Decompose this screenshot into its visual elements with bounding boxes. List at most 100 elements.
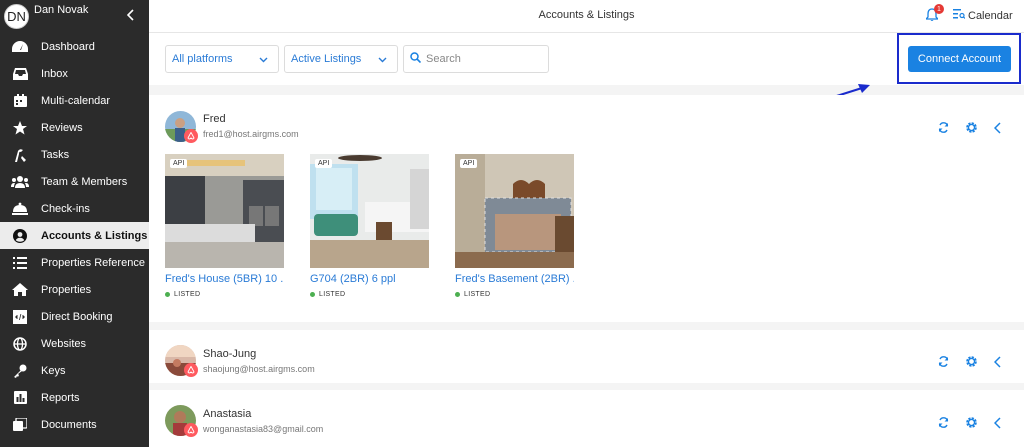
- account-email: fred1@host.airgms.com: [203, 129, 299, 139]
- gear-icon[interactable]: [965, 355, 978, 368]
- sidebar-item-direct-booking[interactable]: Direct Booking: [0, 303, 149, 330]
- connect-account-button[interactable]: Connect Account: [908, 46, 1011, 72]
- sync-icon[interactable]: [938, 122, 949, 133]
- sidebar-item-label: Multi-calendar: [41, 94, 111, 107]
- sidebar-item-multi-calendar[interactable]: Multi-calendar: [0, 87, 149, 114]
- gear-icon[interactable]: [965, 416, 978, 429]
- sidebar-item-label: Websites: [41, 337, 87, 350]
- sidebar-item-label: Dashboard: [41, 40, 95, 53]
- status-badge: LISTED: [165, 291, 284, 298]
- sidebar-item-accounts-listings[interactable]: Accounts & Listings: [0, 222, 149, 249]
- sidebar: DN Dan Novak Dashboard Inbox Multi-calen…: [0, 0, 149, 447]
- sync-icon[interactable]: [938, 356, 949, 367]
- sidebar-item-label: Reviews: [41, 121, 83, 134]
- listing-status-select-value: Active Listings: [291, 53, 362, 65]
- globe-icon: [11, 336, 29, 351]
- user-name: Dan Novak: [34, 4, 89, 16]
- status-badge: LISTED: [455, 291, 574, 298]
- api-badge: API: [460, 159, 478, 168]
- sidebar-item-documents[interactable]: Documents: [0, 411, 149, 438]
- account-card: Fred fred1@host.airgms.com API Fred's Ho…: [149, 95, 1024, 322]
- calendar-list-icon: [953, 9, 968, 22]
- sidebar-item-websites[interactable]: Websites: [0, 330, 149, 357]
- listing-title-link[interactable]: Fred's House (5BR) 10 ...: [165, 273, 284, 285]
- listed-dot: [165, 292, 170, 297]
- listing-title-link[interactable]: Fred's Basement (2BR) ...: [455, 273, 574, 285]
- platform-select[interactable]: All platforms: [165, 45, 279, 73]
- notification-count-badge: 1: [934, 4, 944, 14]
- calendar-button[interactable]: Calendar: [953, 9, 1013, 22]
- listed-dot: [310, 292, 315, 297]
- sidebar-item-inbox[interactable]: Inbox: [0, 60, 149, 87]
- account-name: Shao-Jung: [203, 348, 257, 360]
- api-badge: API: [170, 159, 188, 168]
- inbox-icon: [11, 67, 29, 81]
- sidebar-item-label: Check-ins: [41, 202, 90, 215]
- account-actions: [938, 121, 1017, 134]
- key-icon: [11, 364, 29, 378]
- listed-dot: [455, 292, 460, 297]
- sidebar-item-keys[interactable]: Keys: [0, 357, 149, 384]
- tasks-icon: [11, 148, 29, 162]
- airbnb-icon: [184, 423, 198, 437]
- account-email: shaojung@host.airgms.com: [203, 364, 315, 374]
- sidebar-item-label: Documents: [41, 418, 97, 431]
- sidebar-item-properties-reference[interactable]: Properties Reference: [0, 249, 149, 276]
- top-bar: Accounts & Listings 1 Calendar: [149, 0, 1024, 33]
- home-icon: [11, 283, 29, 297]
- sidebar-item-label: Keys: [41, 364, 66, 377]
- chevron-down-icon: [378, 54, 387, 66]
- listing-card[interactable]: API Fred's House (5BR) 10 ... LISTED: [165, 154, 284, 298]
- sidebar-item-team-members[interactable]: Team & Members: [0, 168, 149, 195]
- search-input[interactable]: [426, 53, 536, 65]
- platform-select-value: All platforms: [172, 53, 233, 65]
- listing-status-select[interactable]: Active Listings: [284, 45, 398, 73]
- sidebar-item-reviews[interactable]: Reviews: [0, 114, 149, 141]
- account-actions: [938, 355, 1017, 368]
- gear-icon[interactable]: [965, 121, 978, 134]
- sidebar-item-reports[interactable]: Reports: [0, 384, 149, 411]
- star-icon: [11, 120, 29, 135]
- calendar-label: Calendar: [968, 9, 1013, 22]
- listing-thumbnail[interactable]: API: [455, 154, 574, 268]
- notifications-button[interactable]: 1: [924, 4, 944, 27]
- sidebar-item-label: Team & Members: [41, 175, 128, 188]
- chevron-down-icon: [259, 54, 268, 66]
- airbnb-icon: [184, 363, 198, 377]
- sidebar-item-check-ins[interactable]: Check-ins: [0, 195, 149, 222]
- airbnb-icon: [184, 129, 198, 143]
- listing-thumbnail[interactable]: API: [310, 154, 429, 268]
- chevron-left-icon[interactable]: [994, 121, 1001, 134]
- status-label: LISTED: [319, 291, 346, 298]
- sidebar-item-label: Tasks: [41, 148, 70, 161]
- search-box: [403, 45, 549, 73]
- sidebar-item-label: Properties Reference: [41, 256, 145, 269]
- sidebar-item-properties[interactable]: Properties: [0, 276, 149, 303]
- sidebar-item-dashboard[interactable]: Dashboard: [0, 33, 149, 60]
- sidebar-item-tasks[interactable]: Tasks: [0, 141, 149, 168]
- listing-title-link[interactable]: G704 (2BR) 6 ppl: [310, 273, 429, 285]
- sync-icon[interactable]: [938, 417, 949, 428]
- dashboard-icon: [11, 40, 29, 54]
- account-card: Shao-Jung shaojung@host.airgms.com: [149, 330, 1024, 383]
- filter-bar: All platforms Active Listings Connect Ac…: [149, 33, 1024, 85]
- account-actions: [938, 416, 1017, 429]
- listing-thumbnail[interactable]: API: [165, 154, 284, 268]
- chevron-left-icon[interactable]: [994, 416, 1001, 429]
- avatar[interactable]: DN: [4, 4, 29, 29]
- sidebar-header: DN Dan Novak: [0, 0, 149, 33]
- bell-service-icon: [11, 202, 29, 216]
- account-card: Anastasia wonganastasia83@gmail.com: [149, 390, 1024, 447]
- code-icon: [11, 309, 29, 324]
- status-label: LISTED: [174, 291, 201, 298]
- search-icon: [410, 50, 422, 68]
- reports-icon: [11, 391, 29, 405]
- chevron-left-icon[interactable]: [994, 355, 1001, 368]
- sidebar-item-label: Reports: [41, 391, 80, 404]
- documents-icon: [11, 418, 29, 432]
- listing-card[interactable]: API Fred's Basement (2BR) ... LISTED: [455, 154, 574, 298]
- calendar-icon: [11, 94, 29, 108]
- collapse-sidebar-icon[interactable]: [126, 8, 135, 24]
- listing-card[interactable]: API G704 (2BR) 6 ppl LISTED: [310, 154, 429, 298]
- page-title: Accounts & Listings: [538, 9, 635, 21]
